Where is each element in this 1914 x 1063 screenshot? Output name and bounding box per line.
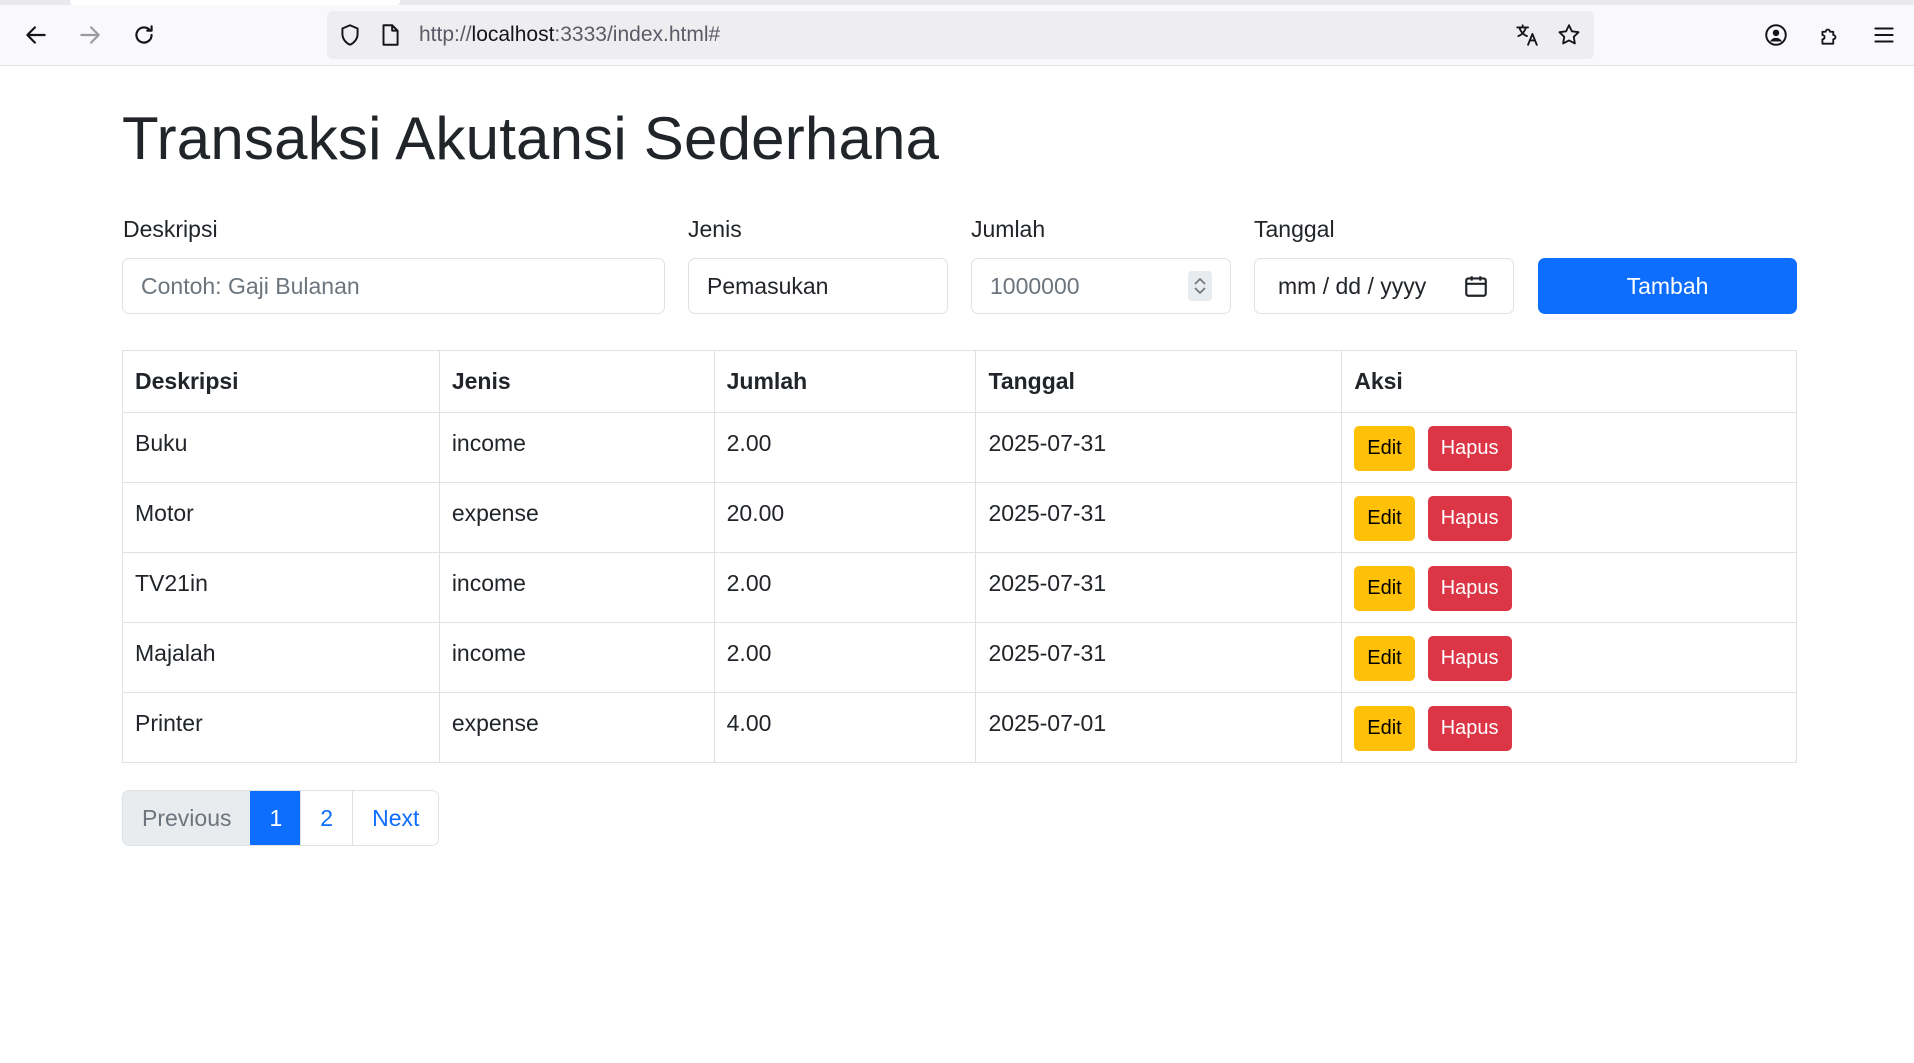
translate-icon[interactable] (1514, 22, 1540, 48)
tanggal-label: Tanggal (1254, 216, 1335, 242)
header-jenis: Jenis (438, 350, 715, 413)
deskripsi-input[interactable]: Contoh: Gaji Bulanan (122, 258, 665, 314)
table-row: TV21in income 2.00 2025-07-31 Edit Hapus (122, 552, 1797, 623)
transactions-table: Deskripsi Jenis Jumlah Tanggal Aksi Buku… (122, 350, 1797, 763)
cell-tanggal: 2025-07-31 (975, 482, 1343, 553)
pagination-page-2[interactable]: 2 (300, 791, 353, 845)
hapus-button[interactable]: Hapus (1427, 636, 1512, 681)
cell-aksi: Edit Hapus (1341, 482, 1797, 553)
menu-button[interactable] (1864, 15, 1904, 55)
jumlah-placeholder: 1000000 (990, 272, 1080, 299)
cell-aksi: Edit Hapus (1341, 552, 1797, 623)
table-row: Buku income 2.00 2025-07-31 Edit Hapus (122, 412, 1797, 483)
cell-deskripsi: Buku (122, 412, 440, 483)
edit-button[interactable]: Edit (1354, 496, 1415, 541)
jenis-selected-value: Pemasukan (707, 272, 829, 299)
deskripsi-placeholder: Contoh: Gaji Bulanan (141, 272, 360, 299)
header-deskripsi: Deskripsi (122, 350, 440, 413)
header-tanggal: Tanggal (975, 350, 1343, 413)
cell-aksi: Edit Hapus (1341, 622, 1797, 693)
hamburger-menu-icon (1874, 27, 1894, 43)
extensions-button[interactable] (1810, 15, 1850, 55)
header-jumlah: Jumlah (713, 350, 977, 413)
bookmark-star-icon[interactable] (1556, 22, 1582, 48)
cell-aksi: Edit Hapus (1341, 692, 1797, 763)
header-aksi: Aksi (1341, 350, 1797, 413)
cell-jumlah: 20.00 (713, 482, 977, 553)
jumlah-input[interactable]: 1000000 (971, 258, 1231, 314)
cell-deskripsi: TV21in (122, 552, 440, 623)
cell-deskripsi: Majalah (122, 622, 440, 693)
jenis-select[interactable]: Pemasukan (688, 258, 948, 314)
cell-jumlah: 4.00 (713, 692, 977, 763)
pagination: Previous 1 2 Next (122, 790, 440, 846)
deskripsi-label: Deskripsi (123, 216, 218, 242)
pagination-next[interactable]: Next (352, 791, 439, 845)
cell-aksi: Edit Hapus (1341, 412, 1797, 483)
table-row: Printer expense 4.00 2025-07-01 Edit Hap… (122, 692, 1797, 763)
browser-toolbar: http://localhost:3333/index.html# (0, 0, 1914, 66)
cell-deskripsi: Motor (122, 482, 440, 553)
tambah-button[interactable]: Tambah (1538, 258, 1797, 314)
tanggal-input[interactable]: mm / dd / yyyy (1254, 258, 1514, 314)
table-row: Majalah income 2.00 2025-07-31 Edit Hapu… (122, 622, 1797, 693)
number-spinner[interactable] (1188, 271, 1212, 301)
account-button[interactable] (1756, 15, 1796, 55)
cell-jumlah: 2.00 (713, 622, 977, 693)
arrow-left-icon (26, 26, 46, 44)
tab-strip (0, 0, 1914, 5)
cell-deskripsi: Printer (122, 692, 440, 763)
cell-jenis: expense (438, 482, 715, 553)
hapus-button[interactable]: Hapus (1427, 496, 1512, 541)
arrow-right-icon (80, 26, 100, 44)
hapus-button[interactable]: Hapus (1427, 566, 1512, 611)
edit-button[interactable]: Edit (1354, 706, 1415, 751)
back-button[interactable] (16, 15, 56, 55)
active-tab[interactable] (70, 0, 400, 5)
table-header-row: Deskripsi Jenis Jumlah Tanggal Aksi (122, 350, 1797, 413)
hapus-button[interactable]: Hapus (1427, 706, 1512, 751)
cell-jumlah: 2.00 (713, 552, 977, 623)
edit-button[interactable]: Edit (1354, 426, 1415, 471)
cell-jenis: income (438, 552, 715, 623)
cell-tanggal: 2025-07-31 (975, 552, 1343, 623)
cell-tanggal: 2025-07-31 (975, 622, 1343, 693)
page-icon[interactable] (377, 22, 403, 48)
shield-icon[interactable] (337, 22, 363, 48)
address-bar[interactable]: http://localhost:3333/index.html# (327, 11, 1594, 59)
cell-jenis: income (438, 412, 715, 483)
cell-jumlah: 2.00 (713, 412, 977, 483)
edit-button[interactable]: Edit (1354, 636, 1415, 681)
jenis-label: Jenis (688, 216, 742, 242)
tanggal-placeholder: mm / dd / yyyy (1278, 272, 1427, 299)
reload-icon (135, 25, 153, 44)
calendar-icon[interactable] (1463, 273, 1489, 299)
chevron-down-icon (1194, 287, 1206, 295)
url-text[interactable]: http://localhost:3333/index.html# (419, 23, 720, 47)
account-icon (1765, 24, 1787, 46)
reload-button[interactable] (124, 15, 164, 55)
cell-tanggal: 2025-07-01 (975, 692, 1343, 763)
edit-button[interactable]: Edit (1354, 566, 1415, 611)
pagination-page-1[interactable]: 1 (250, 791, 301, 845)
jumlah-label: Jumlah (971, 216, 1046, 242)
table-row: Motor expense 20.00 2025-07-31 Edit Hapu… (122, 482, 1797, 553)
forward-button[interactable] (70, 15, 110, 55)
puzzle-icon (1821, 28, 1837, 45)
cell-jenis: income (438, 622, 715, 693)
cell-tanggal: 2025-07-31 (975, 412, 1343, 483)
hapus-button[interactable]: Hapus (1427, 426, 1512, 471)
cell-jenis: expense (438, 692, 715, 763)
chevron-up-icon (1194, 277, 1206, 285)
page-title: Transaksi Akutansi Sederhana (122, 105, 940, 172)
pagination-previous[interactable]: Previous (123, 791, 251, 845)
